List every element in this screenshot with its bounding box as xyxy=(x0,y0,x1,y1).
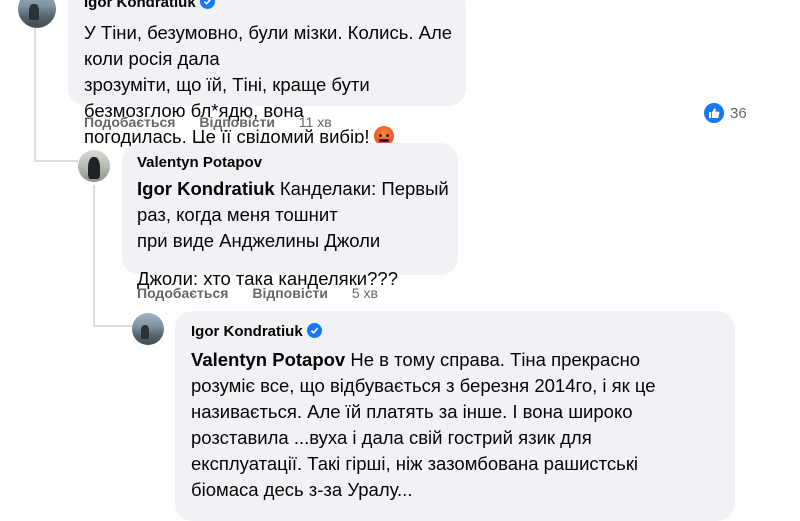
reaction-count: 36 xyxy=(730,104,747,122)
reaction-summary[interactable]: 36 xyxy=(702,101,747,125)
comment-text: Igor Kondratiuk Канделаки: Первый раз, к… xyxy=(137,176,477,292)
comment-timestamp[interactable]: 11 хв xyxy=(299,114,332,130)
reply-button[interactable]: Відповісти xyxy=(252,285,328,301)
comment-timestamp[interactable]: 5 хв xyxy=(352,285,378,301)
thread-line xyxy=(34,28,36,162)
author-name[interactable]: Igor Kondratiuk xyxy=(191,323,303,340)
mention-link[interactable]: Valentyn Potapov xyxy=(191,349,345,370)
comment-author[interactable]: Igor Kondratiuk xyxy=(84,0,215,11)
comment-author[interactable]: Valentyn Potapov xyxy=(137,154,262,171)
thread-line xyxy=(34,160,78,162)
comment-line: експлуатації. Такі гірші, ніж зазомбован… xyxy=(191,453,639,474)
like-button[interactable]: Подобається xyxy=(84,114,175,130)
author-name[interactable]: Igor Kondratiuk xyxy=(84,0,196,11)
thread-line xyxy=(93,185,95,327)
verified-badge-icon xyxy=(306,323,322,338)
comment-line: розуміє все, що відбувається з березня 2… xyxy=(191,375,656,396)
comment-line: Igor Kondratiuk Канделаки: Первый раз, к… xyxy=(137,178,449,225)
comment-text: Valentyn Potapov Не в тому справа. Тіна … xyxy=(191,347,731,503)
avatar[interactable] xyxy=(78,150,110,182)
thread-line xyxy=(93,325,133,327)
comment-line: розставила ...вуха і дала свій гострий я… xyxy=(191,427,592,448)
comment-line: У Тіни, безумовно, були мізки. Колись. А… xyxy=(84,22,453,69)
comment-line: біомаса десь з-за Уралу... xyxy=(191,479,413,500)
avatar[interactable] xyxy=(132,313,164,345)
comment-actions: Подобається Відповісти 11 хв xyxy=(84,114,332,130)
comment-line: при виде Анджелины Джоли xyxy=(137,230,381,251)
comment-line: називається. Але їй платять за інше. І в… xyxy=(191,401,633,422)
avatar[interactable] xyxy=(18,0,56,28)
comment-line: Valentyn Potapov Не в тому справа. Тіна … xyxy=(191,349,641,370)
like-reaction-icon xyxy=(702,101,726,125)
reply-button[interactable]: Відповісти xyxy=(199,114,275,130)
comment-author[interactable]: Igor Kondratiuk xyxy=(191,323,322,340)
like-button[interactable]: Подобається xyxy=(137,285,228,301)
mention-link[interactable]: Igor Kondratiuk xyxy=(137,178,275,199)
comment-text: У Тіни, безумовно, були мізки. Колись. А… xyxy=(84,20,464,150)
comment-actions: Подобається Відповісти 5 хв xyxy=(137,285,378,301)
author-name[interactable]: Valentyn Potapov xyxy=(137,154,262,171)
verified-badge-icon xyxy=(199,0,215,9)
